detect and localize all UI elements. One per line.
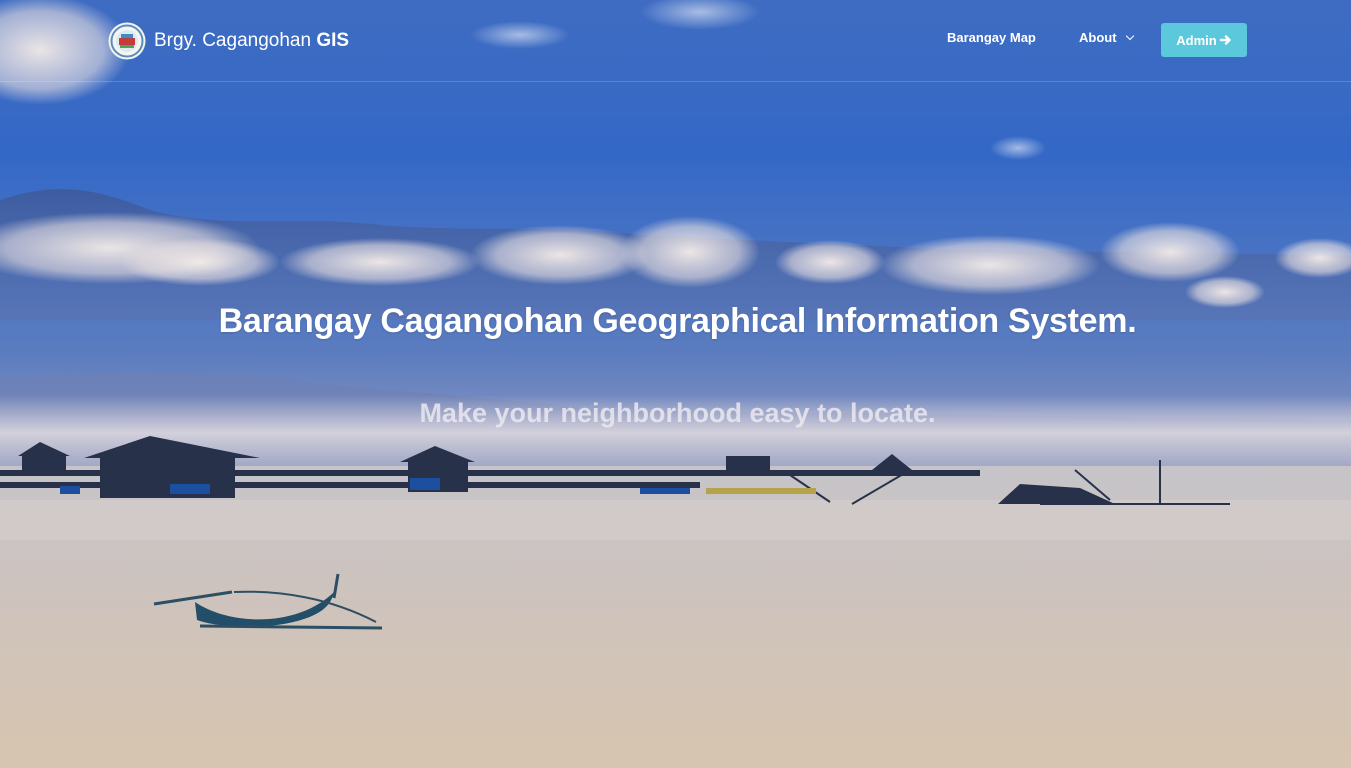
hero-subtitle: Make your neighborhood easy to locate. bbox=[419, 398, 936, 428]
brand-link[interactable]: Brgy. Cagangohan GIS bbox=[108, 22, 349, 60]
hero-title: Barangay Cagangohan Geographical Informa… bbox=[218, 302, 1137, 340]
nav-barangay-map[interactable]: Barangay Map bbox=[947, 30, 1036, 45]
arrow-right-icon bbox=[1219, 35, 1231, 45]
nav-about-label: About bbox=[1079, 30, 1117, 45]
brand-name-bold: GIS bbox=[316, 30, 350, 51]
admin-button-label: Admin bbox=[1176, 32, 1217, 48]
nav-barangay-map-label: Barangay Map bbox=[947, 30, 1036, 45]
chevron-down-icon bbox=[1125, 31, 1134, 41]
hero-section: Brgy. Cagangohan GIS Barangay Map About … bbox=[0, 0, 1351, 768]
hero-background-image bbox=[0, 0, 1351, 768]
nav-about-dropdown[interactable]: About bbox=[1079, 30, 1134, 45]
brand-name: Brgy. Cagangohan bbox=[154, 30, 312, 51]
admin-button[interactable]: Admin bbox=[1161, 23, 1247, 57]
top-navbar: Brgy. Cagangohan GIS Barangay Map About … bbox=[0, 0, 1351, 82]
barangay-seal-icon bbox=[108, 22, 146, 60]
